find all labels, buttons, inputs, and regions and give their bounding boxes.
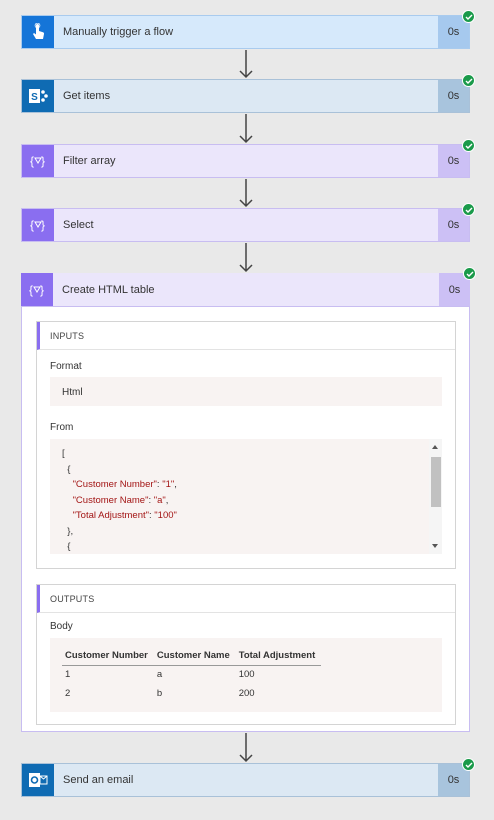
outputs-panel: OUTPUTS Body Customer Number Customer Na… bbox=[36, 584, 456, 725]
code-line: { bbox=[67, 541, 71, 552]
column-header: Customer Name bbox=[153, 647, 236, 666]
step-title: Select bbox=[63, 219, 94, 231]
step-title: Manually trigger a flow bbox=[63, 26, 174, 38]
svg-text:}: } bbox=[41, 218, 45, 232]
svg-text:{: { bbox=[30, 154, 34, 168]
step-get-items[interactable]: S Get items 0s bbox=[21, 74, 475, 113]
code-line: "Customer Number": "1", bbox=[72, 479, 177, 490]
code-line: [ bbox=[62, 448, 65, 459]
success-check-icon bbox=[462, 758, 475, 771]
data-operation-icon: {} bbox=[22, 209, 54, 241]
svg-text:S: S bbox=[31, 92, 38, 103]
body-label: Body bbox=[50, 621, 73, 632]
format-value: Html bbox=[50, 377, 442, 406]
hand-touch-icon bbox=[22, 16, 54, 48]
step-create-html-table[interactable]: {} Create HTML table 0s bbox=[21, 267, 476, 307]
step-create-html-table-expanded: {} Create HTML table 0s INPUTS Format Ht… bbox=[21, 267, 476, 732]
step-send-email[interactable]: Send an email 0s bbox=[21, 758, 475, 797]
svg-text:}: } bbox=[40, 283, 44, 297]
step-title: Create HTML table bbox=[62, 283, 155, 296]
table-row: 2 b 200 bbox=[62, 684, 321, 703]
code-line: { bbox=[67, 463, 71, 475]
svg-text:{: { bbox=[30, 218, 34, 232]
column-header: Total Adjustment bbox=[235, 647, 322, 666]
flow-arrow-icon bbox=[239, 243, 253, 273]
success-check-icon bbox=[462, 139, 475, 152]
scroll-down-icon[interactable] bbox=[432, 544, 438, 548]
table-cell: 100 bbox=[238, 669, 255, 681]
table-cell: 1 bbox=[65, 669, 71, 681]
flow-arrow-icon bbox=[239, 50, 253, 79]
data-operation-icon: {} bbox=[22, 145, 54, 177]
from-code: [ { "Customer Number": "1", "Customer Na… bbox=[50, 439, 442, 554]
body-output-box: Customer Number Customer Name Total Adju… bbox=[50, 638, 442, 712]
output-table: Customer Number Customer Name Total Adju… bbox=[62, 647, 322, 703]
data-operation-icon: {} bbox=[21, 273, 53, 306]
table-cell: b bbox=[156, 688, 163, 699]
svg-text:{: { bbox=[29, 283, 33, 297]
flow-arrow-icon bbox=[239, 114, 253, 144]
step-manually-trigger[interactable]: Manually trigger a flow 0s bbox=[21, 10, 475, 49]
code-line: "Total Adjustment": "100" bbox=[72, 510, 177, 521]
sharepoint-icon: S bbox=[22, 80, 54, 112]
format-label: Format bbox=[50, 361, 82, 372]
scroll-thumb[interactable] bbox=[431, 457, 441, 507]
flow-arrow-icon bbox=[239, 179, 253, 208]
table-cell: 2 bbox=[65, 688, 71, 699]
step-title: Get items bbox=[63, 90, 111, 102]
inputs-panel: INPUTS Format Html From [ { "Customer Nu… bbox=[36, 321, 456, 569]
outputs-header: OUTPUTS bbox=[37, 585, 455, 613]
code-line: "Customer Name": "a", bbox=[72, 494, 169, 506]
table-cell: a bbox=[156, 669, 163, 681]
column-header: Customer Number bbox=[62, 647, 154, 666]
from-label: From bbox=[50, 422, 74, 433]
from-scrollbar[interactable] bbox=[429, 439, 442, 554]
code-line: }, bbox=[67, 525, 74, 537]
success-check-icon bbox=[463, 267, 476, 280]
from-code-box[interactable]: [ { "Customer Number": "1", "Customer Na… bbox=[50, 439, 442, 554]
step-select[interactable]: {} Select 0s bbox=[21, 203, 475, 242]
table-header-row: Customer Number Customer Name Total Adju… bbox=[62, 647, 322, 666]
outlook-icon bbox=[22, 764, 54, 796]
step-filter-array[interactable]: {} Filter array 0s bbox=[21, 139, 475, 178]
table-cell: 200 bbox=[238, 688, 255, 699]
step-title: Send an email bbox=[63, 774, 134, 786]
inputs-header: INPUTS bbox=[37, 322, 455, 350]
success-check-icon bbox=[462, 203, 475, 216]
success-check-icon bbox=[462, 74, 475, 87]
success-check-icon bbox=[462, 10, 475, 23]
svg-text:}: } bbox=[41, 154, 45, 168]
scroll-up-icon[interactable] bbox=[432, 445, 438, 449]
step-title: Filter array bbox=[63, 155, 116, 167]
table-row: 1 a 100 bbox=[62, 665, 321, 684]
flow-arrow-icon bbox=[239, 733, 253, 763]
